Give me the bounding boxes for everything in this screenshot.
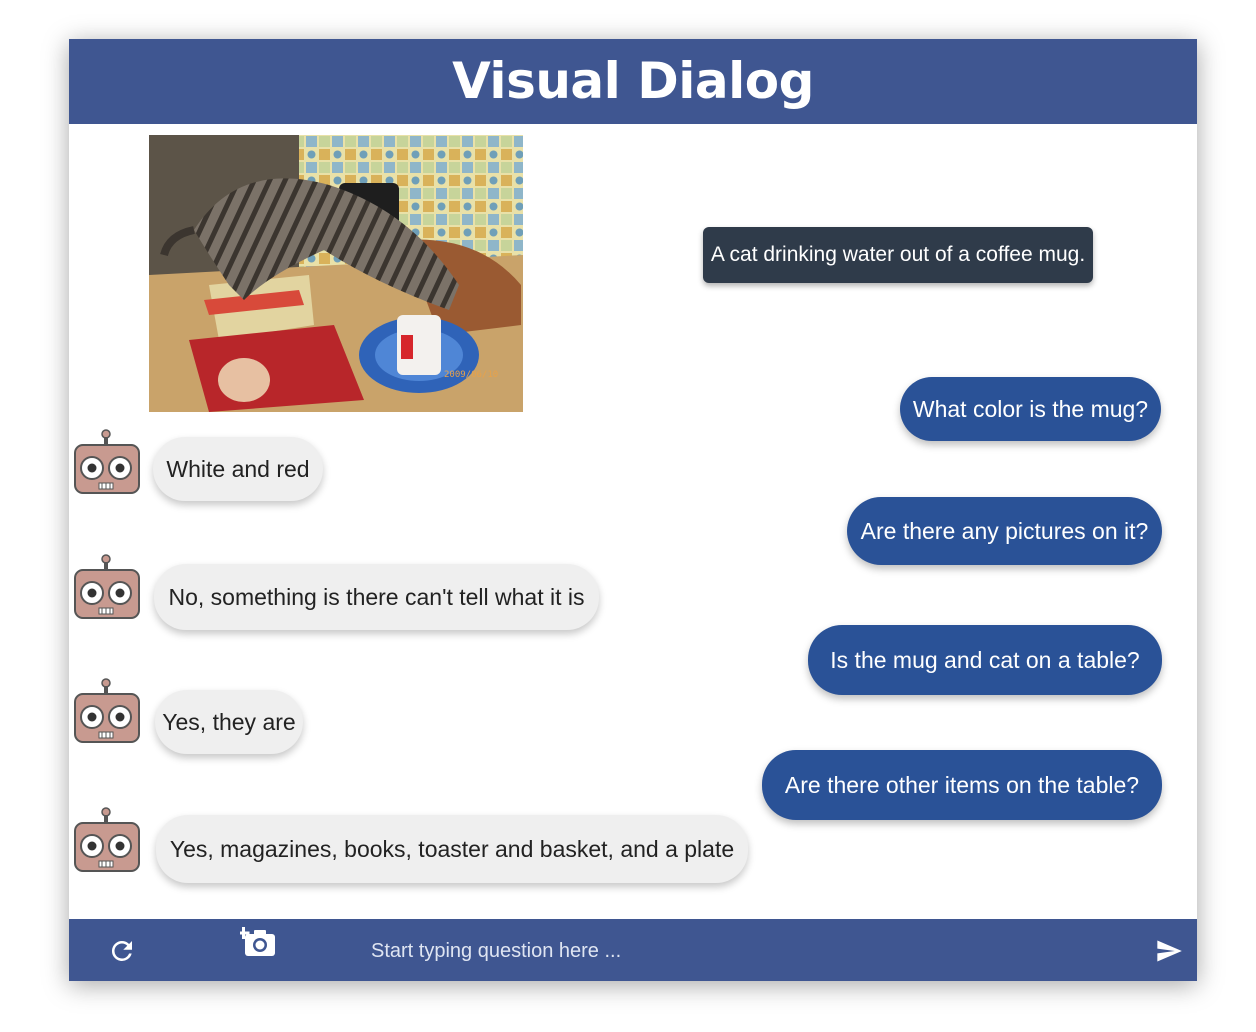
question-bubble: Are there any pictures on it? [847,497,1162,565]
question-bubble: Are there other items on the table? [762,750,1162,820]
send-icon[interactable] [1153,937,1185,969]
visual-dialog-window: Visual Dialog 2009/06/10 A cat drinking … [69,39,1197,981]
bot-avatar [73,677,143,749]
input-bar [69,919,1197,981]
image-caption: A cat drinking water out of a coffee mug… [703,227,1093,283]
answer-bubble: No, something is there can't tell what i… [154,564,599,630]
question-text: Is the mug and cat on a table? [830,647,1140,673]
date-stamp: 2009/06/10 [444,370,498,380]
question-text: Are there other items on the table? [784,772,1140,798]
answer-bubble: Yes, they are [155,690,303,754]
answer-text: White and red [166,456,310,482]
answer-text: Yes, they are [162,709,296,735]
dialog-image: 2009/06/10 [149,135,523,412]
refresh-icon[interactable] [107,936,137,966]
bot-avatar [73,553,143,625]
answer-text: No, something is there can't tell what i… [168,584,585,610]
question-text: What color is the mug? [912,396,1149,422]
question-bubble: Is the mug and cat on a table? [808,625,1162,695]
question-text: Are there any pictures on it? [860,518,1149,544]
question-input[interactable] [369,933,1133,969]
bot-avatar [73,806,143,878]
question-bubble: What color is the mug? [900,377,1161,441]
app-title: Visual Dialog [452,52,814,110]
answer-bubble: Yes, magazines, books, toaster and baske… [156,815,748,883]
app-header: Visual Dialog [69,39,1197,124]
add-photo-icon[interactable] [237,922,278,958]
answer-text: Yes, magazines, books, toaster and baske… [169,836,735,862]
bot-avatar [73,428,143,500]
answer-bubble: White and red [153,437,323,501]
